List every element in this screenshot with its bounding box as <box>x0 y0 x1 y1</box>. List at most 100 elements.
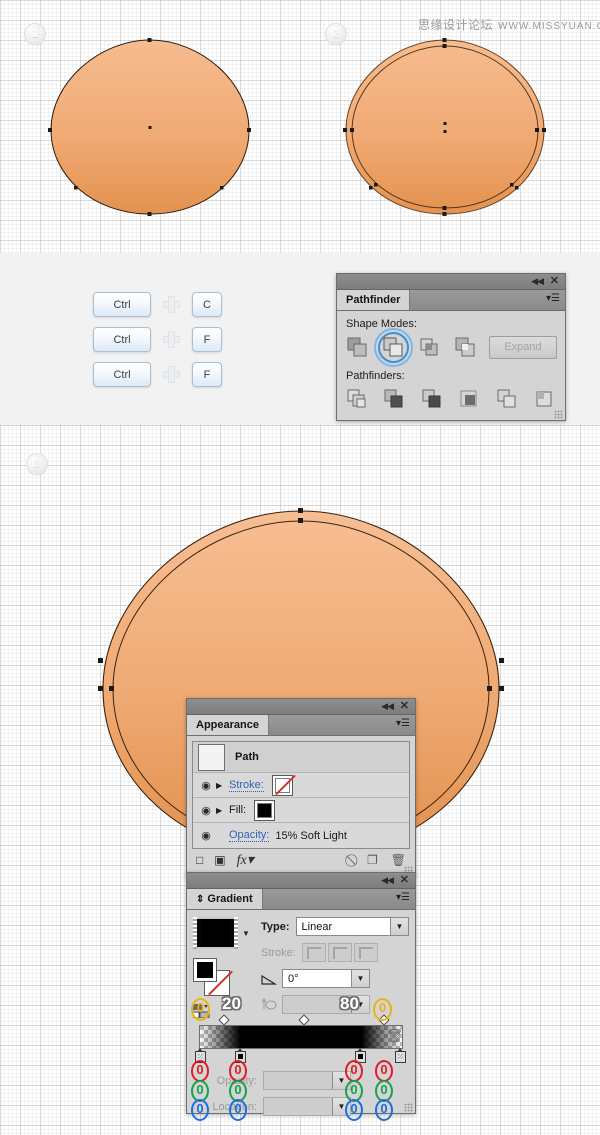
key-ctrl-2[interactable]: Ctrl <box>93 327 151 352</box>
key-ctrl-3[interactable]: Ctrl <box>93 362 151 387</box>
pathfinder-merge-icon[interactable] <box>420 387 445 412</box>
delete-stop-icon[interactable]: 🗑 <box>386 1028 403 1044</box>
anchor-left <box>48 128 52 132</box>
resize-grip[interactable] <box>554 410 563 419</box>
gradient-type-toggle-icon[interactable] <box>193 1004 213 1018</box>
key-c[interactable]: C <box>192 292 222 317</box>
stroke-across-icon[interactable] <box>354 943 378 962</box>
tab-pathfinder[interactable]: Pathfinder <box>337 290 410 310</box>
close-icon[interactable]: ✕ <box>400 700 409 713</box>
pathfinder-body: Shape Modes: Expand Pathfinders: <box>337 311 565 420</box>
stop-location-input[interactable]: ▼ <box>263 1097 351 1116</box>
stroke-label: Stroke: <box>261 947 296 959</box>
gradient-tab-arrow-icon: ⇕ <box>196 894 204 905</box>
shape-modes-label: Shape Modes: <box>346 318 557 330</box>
collapse-icon[interactable]: ◀◀ <box>531 276 543 287</box>
chevron-down-icon[interactable]: ▼ <box>242 929 250 938</box>
opacity-value: 15% Soft Light <box>275 830 347 842</box>
duplicate-item-icon[interactable]: ❐ <box>367 853 378 867</box>
shape-mode-exclude-icon[interactable] <box>453 335 478 360</box>
gradient-stop-3[interactable] <box>355 1048 366 1063</box>
appearance-list: Path ◉ ▶ Stroke: ◉ ▶ Fill: ◉ Opacity: 15… <box>192 741 410 849</box>
close-icon[interactable]: ✕ <box>400 874 409 887</box>
disclosure-triangle-icon-fill[interactable]: ▶ <box>216 806 229 815</box>
location-label: Location: <box>199 1101 257 1113</box>
pathfinder-outline-icon[interactable] <box>495 387 520 412</box>
shape-mode-minus-front-icon[interactable] <box>381 335 406 360</box>
key-f-2[interactable]: F <box>192 362 222 387</box>
resize-grip[interactable] <box>404 1103 413 1112</box>
shape-mode-intersect-icon[interactable] <box>417 335 442 360</box>
egg-shape-step2[interactable] <box>343 38 547 216</box>
key-f-1[interactable]: F <box>192 327 222 352</box>
pathfinder-minus-back-icon[interactable] <box>532 387 557 412</box>
type-select[interactable]: Linear▼ <box>296 917 409 936</box>
fx-icon[interactable]: fx▾ <box>237 852 254 869</box>
shape-mode-unite-icon[interactable] <box>345 335 370 360</box>
appearance-row-stroke[interactable]: ◉ ▶ Stroke: <box>193 773 409 798</box>
gradient-right-column: Type: Linear▼ Stroke: 0°▼ <box>251 917 409 1021</box>
add-new-stroke-icon[interactable]: □ <box>196 853 203 867</box>
disclosure-triangle-icon-stroke[interactable]: ▶ <box>216 781 229 790</box>
gradient-midpoint-1[interactable] <box>220 1016 229 1025</box>
collapse-icon[interactable]: ◀◀ <box>381 875 393 886</box>
stroke-along-icon[interactable] <box>328 943 352 962</box>
gradient-midpoint-3[interactable] <box>380 1016 389 1025</box>
collapse-icon[interactable]: ◀◀ <box>381 701 393 712</box>
gradient-stop-4[interactable] <box>395 1048 406 1063</box>
visibility-eye-icon-fill[interactable]: ◉ <box>196 804 216 817</box>
tab-gradient[interactable]: ⇕Gradient <box>187 889 263 909</box>
egg-shape-step1[interactable] <box>48 38 252 216</box>
visibility-eye-icon-stroke[interactable]: ◉ <box>196 779 216 792</box>
appearance-row-path[interactable]: Path <box>193 742 409 773</box>
add-new-fill-icon[interactable]: ▣ <box>214 853 225 867</box>
keyboard-shortcuts: Ctrl C Ctrl F Ctrl F <box>93 287 222 392</box>
appearance-row-opacity[interactable]: ◉ Opacity: 15% Soft Light <box>193 823 409 848</box>
gradient-stop-2[interactable] <box>235 1048 246 1063</box>
chevron-down-icon[interactable]: ▼ <box>351 996 369 1013</box>
type-label: Type: <box>261 921 290 933</box>
gradient-location-row: Location: ▼ <box>199 1097 403 1116</box>
gradient-slider-bar[interactable] <box>199 1025 403 1049</box>
chevron-down-icon[interactable]: ▼ <box>332 1098 350 1115</box>
gradient-midpoint-2[interactable] <box>300 1016 309 1025</box>
gradient-preview-swatch[interactable] <box>193 917 238 949</box>
panel-menu-icon[interactable]: ▾☰ <box>396 892 410 904</box>
opacity-label[interactable]: Opacity: <box>229 829 269 842</box>
watermark-en: WWW.MISSYUAN.COM <box>498 21 600 32</box>
stroke-swatch-none[interactable] <box>272 775 293 796</box>
stroke-label[interactable]: Stroke: <box>229 779 264 792</box>
pathfinder-divide-icon[interactable] <box>345 387 370 412</box>
fill-color-black[interactable] <box>193 958 217 982</box>
step-badge-3: 3 <box>26 453 48 475</box>
tab-appearance[interactable]: Appearance <box>187 715 269 735</box>
chevron-down-icon[interactable]: ▼ <box>390 918 408 935</box>
angle-input[interactable]: 0°▼ <box>282 969 370 988</box>
key-ctrl-1[interactable]: Ctrl <box>93 292 151 317</box>
close-icon[interactable]: ✕ <box>550 275 559 288</box>
panel-menu-icon[interactable]: ▾☰ <box>396 718 410 730</box>
stroke-within-icon[interactable] <box>302 943 326 962</box>
fill-stroke-indicator[interactable] <box>193 958 233 996</box>
expand-button[interactable]: Expand <box>489 336 557 359</box>
chevron-down-icon[interactable]: ▼ <box>351 970 369 987</box>
gradient-stop-1[interactable] <box>195 1048 206 1063</box>
anchor-left-front <box>109 686 114 691</box>
fill-swatch-black[interactable] <box>254 800 275 821</box>
visibility-eye-icon-opacity[interactable]: ◉ <box>196 829 216 842</box>
anchor-lower-right-back <box>515 186 519 190</box>
chevron-down-icon[interactable]: ▼ <box>332 1072 350 1089</box>
pathfinder-trim-icon[interactable] <box>382 387 407 412</box>
appearance-tabbar: Appearance ▾☰ <box>187 715 415 736</box>
aspect-ratio-input[interactable]: ▼ <box>282 995 370 1014</box>
pathfinder-titlebar: ◀◀ ✕ <box>337 274 565 290</box>
stop-opacity-input[interactable]: ▼ <box>263 1071 351 1090</box>
anchor-lower-left-back <box>369 186 373 190</box>
step-badge-1: 1 <box>24 23 46 45</box>
pathfinder-crop-icon[interactable] <box>457 387 482 412</box>
panel-menu-icon[interactable]: ▾☰ <box>546 293 560 305</box>
anchor-center <box>149 126 152 129</box>
appearance-row-fill[interactable]: ◉ ▶ Fill: <box>193 798 409 823</box>
delete-item-icon[interactable]: 🗑 <box>391 853 406 867</box>
pathfinder-tabbar: Pathfinder ▾☰ <box>337 290 565 311</box>
